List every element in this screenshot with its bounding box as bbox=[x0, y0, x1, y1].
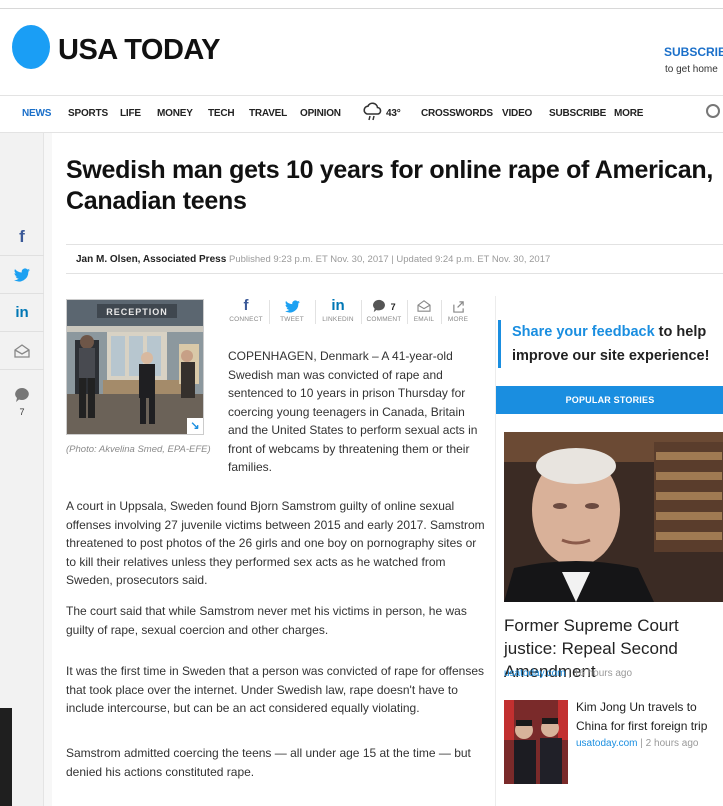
top-divider bbox=[0, 8, 723, 9]
share-comment-button[interactable]: 7 COMMENT bbox=[364, 296, 404, 323]
share-connect-button[interactable]: f CONNECT bbox=[226, 296, 266, 323]
share-divider bbox=[315, 300, 316, 324]
email-icon bbox=[407, 296, 441, 316]
nav-item-subscribe[interactable]: SUBSCRIBE bbox=[549, 108, 606, 119]
article-paragraph: Samstrom admitted coercing the teens — a… bbox=[66, 746, 471, 779]
article-paragraph: A court in Uppsala, Sweden found Bjorn S… bbox=[66, 499, 485, 587]
article-headline: Swedish man gets 10 years for online rap… bbox=[66, 156, 713, 215]
share-linkedin-button[interactable]: in LINKEDIN bbox=[318, 296, 358, 323]
share-comment-count: 7 bbox=[390, 302, 396, 312]
search-icon[interactable] bbox=[706, 104, 720, 118]
nav-item-money[interactable]: MONEY bbox=[157, 108, 193, 119]
photo-image: RECEPTION bbox=[67, 300, 203, 434]
popular-story-meta: usatoday.com | 2 hours ago bbox=[576, 738, 699, 749]
weather-widget[interactable]: 43° bbox=[362, 101, 406, 125]
rail-comment-count: 7 bbox=[19, 407, 25, 417]
expand-photo-icon[interactable]: ↘ bbox=[187, 418, 203, 434]
byline: Jan M. Olsen, Associated Press Published… bbox=[66, 244, 723, 274]
article-paragraph: It was the first time in Sweden that a p… bbox=[66, 664, 484, 715]
share-comment-label: COMMENT bbox=[366, 316, 402, 323]
comment-icon: 7 bbox=[364, 296, 404, 316]
popular-story-image[interactable] bbox=[504, 432, 723, 602]
rail-comment-button[interactable]: 7 bbox=[0, 370, 44, 434]
weather-cloud-icon bbox=[363, 102, 382, 121]
twitter-icon bbox=[272, 296, 312, 316]
header-subscribe-link[interactable]: SUBSCRIBE bbox=[664, 45, 723, 59]
feedback-text: Share your feedback to help improve our … bbox=[512, 320, 722, 368]
rail-twitter-button[interactable] bbox=[0, 256, 44, 294]
rail-facebook-button[interactable]: f bbox=[0, 218, 44, 256]
story-source[interactable]: usatoday.com bbox=[504, 668, 566, 679]
nav-item-video[interactable]: VIDEO bbox=[502, 108, 532, 119]
feedback-link[interactable]: Share your feedback bbox=[512, 324, 655, 340]
comment-icon bbox=[15, 388, 29, 402]
nav-item-life[interactable]: LIFE bbox=[120, 108, 141, 119]
rail-email-button[interactable] bbox=[0, 332, 44, 370]
story-thumbnail-photo bbox=[504, 700, 568, 784]
share-divider bbox=[361, 300, 362, 324]
photo-reception-sign: RECEPTION bbox=[106, 307, 168, 317]
share-more-button[interactable]: MORE bbox=[441, 296, 475, 323]
rail-linkedin-button[interactable]: in bbox=[0, 294, 44, 332]
header-subscribe-subtext: to get home bbox=[665, 64, 718, 75]
photo-caption: (Photo: Akvelina Smed, EPA-EFE) bbox=[66, 444, 211, 455]
share-rail: f in 7 bbox=[0, 133, 44, 806]
share-tweet-label: TWEET bbox=[280, 316, 304, 323]
weather-temp: 43° bbox=[386, 108, 401, 119]
story-time: 2 hours ago bbox=[645, 738, 699, 749]
logo-circle[interactable] bbox=[12, 25, 50, 69]
facebook-icon: f bbox=[243, 297, 249, 314]
site-logo-text[interactable]: USA TODAY bbox=[58, 34, 221, 67]
nav-item-sports[interactable]: SPORTS bbox=[68, 108, 108, 119]
main-nav: NEWS SPORTS LIFE MONEY TECH TRAVEL OPINI… bbox=[0, 95, 723, 133]
share-tweet-button[interactable]: TWEET bbox=[272, 296, 312, 323]
twitter-icon bbox=[14, 267, 30, 281]
article-lede: COPENHAGEN, Denmark – A 41-year-old Swed… bbox=[228, 349, 478, 474]
share-divider bbox=[269, 300, 270, 324]
share-connect-label: CONNECT bbox=[229, 316, 263, 323]
share-email-label: EMAIL bbox=[413, 316, 435, 323]
story-time: 16 hours ago bbox=[573, 668, 633, 679]
share-linkedin-label: LINKEDIN bbox=[322, 316, 354, 323]
article-paragraph: The court said that while Samstrom never… bbox=[66, 604, 467, 637]
story-photo bbox=[504, 432, 723, 602]
story-source[interactable]: usatoday.com bbox=[576, 738, 638, 749]
rail-dark-edge bbox=[0, 708, 12, 806]
email-icon bbox=[14, 343, 30, 358]
popular-story-thumbnail[interactable] bbox=[504, 700, 568, 784]
nav-item-opinion[interactable]: OPINION bbox=[300, 108, 341, 119]
right-rail: Share your feedback to help improve our … bbox=[495, 296, 723, 806]
share-email-button[interactable]: EMAIL bbox=[407, 296, 441, 323]
linkedin-icon: in bbox=[15, 304, 29, 321]
nav-item-tech[interactable]: TECH bbox=[208, 108, 235, 119]
facebook-icon: f bbox=[19, 226, 25, 246]
nav-item-more[interactable]: MORE bbox=[614, 108, 643, 119]
popular-story-title[interactable]: Kim Jong Un travels to China for first f… bbox=[576, 698, 723, 736]
popular-stories-header: POPULAR STORIES bbox=[496, 386, 723, 414]
nav-item-crosswords[interactable]: CROSSWORDS bbox=[421, 108, 493, 119]
feedback-banner[interactable]: Share your feedback to help improve our … bbox=[496, 316, 723, 372]
byline-timestamp: Published 9:23 p.m. ET Nov. 30, 2017 | U… bbox=[229, 254, 551, 265]
linkedin-icon: in bbox=[331, 297, 345, 314]
feedback-accent-bar bbox=[498, 320, 501, 368]
share-toolbar: f CONNECT TWEET in LINKEDIN 7 COMMENT EM… bbox=[226, 296, 476, 332]
byline-author[interactable]: Jan M. Olsen, Associated Press bbox=[76, 254, 226, 265]
nav-item-travel[interactable]: TRAVEL bbox=[249, 108, 287, 119]
article-photo[interactable]: RECEPTION ↘ bbox=[66, 299, 204, 435]
nav-item-news[interactable]: NEWS bbox=[22, 108, 51, 119]
share-more-icon bbox=[441, 296, 475, 316]
share-more-label: MORE bbox=[447, 316, 469, 323]
site-header: USA TODAY SUBSCRIBE to get home bbox=[0, 20, 723, 90]
popular-story-meta: usatoday.com | 16 hours ago bbox=[504, 668, 633, 679]
